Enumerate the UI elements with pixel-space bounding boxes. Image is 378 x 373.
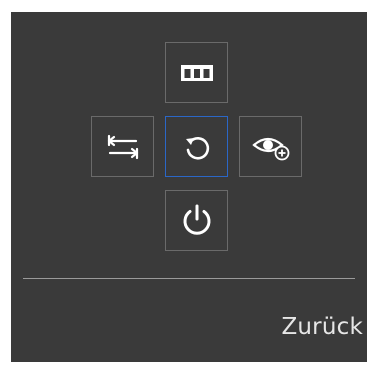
source-switch-button[interactable]	[91, 116, 154, 177]
back-label[interactable]: Zurück	[281, 314, 363, 340]
picture-bars-icon	[180, 63, 214, 83]
source-switch-icon	[105, 133, 141, 161]
return-icon	[181, 131, 213, 163]
eye-saver-icon	[251, 133, 291, 161]
eye-saver-button[interactable]	[239, 116, 302, 177]
osd-panel: Zurück	[11, 12, 367, 362]
divider	[23, 278, 355, 279]
power-icon	[180, 203, 214, 239]
picture-menu-button[interactable]	[165, 42, 228, 103]
power-off-button[interactable]	[165, 190, 228, 251]
return-button[interactable]	[165, 116, 228, 177]
